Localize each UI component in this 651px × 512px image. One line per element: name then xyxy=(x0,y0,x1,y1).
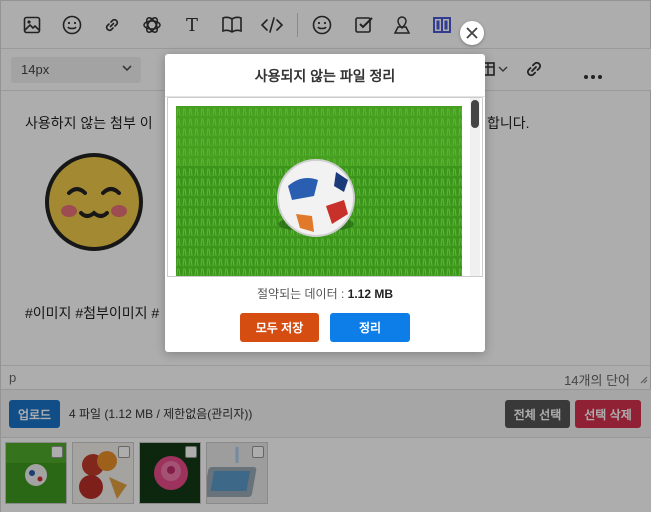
image-preview[interactable] xyxy=(167,97,483,277)
clean-button[interactable]: 정리 xyxy=(330,313,410,342)
scrollbar-thumb[interactable] xyxy=(471,100,479,128)
savings-label: 절약되는 데이터 : xyxy=(257,287,345,301)
soccer-ball-image xyxy=(176,106,462,276)
dialog-title: 사용되지 않는 파일 정리 xyxy=(254,68,396,84)
savings-info: 절약되는 데이터 : 1.12 MB xyxy=(165,285,485,302)
close-icon[interactable] xyxy=(460,21,484,45)
save-all-button[interactable]: 모두 저장 xyxy=(240,313,319,342)
cleanup-dialog: 사용되지 않는 파일 정리 절약되는 데이터 : 1.12 MB 모두 저장 정… xyxy=(165,54,485,352)
scrollbar[interactable] xyxy=(470,98,480,276)
savings-value: 1.12 MB xyxy=(347,287,393,301)
